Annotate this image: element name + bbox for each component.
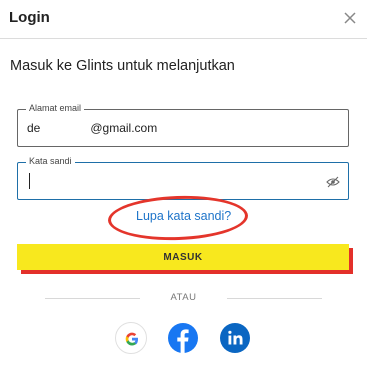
linkedin-login-button[interactable] [219,322,251,354]
redaction-mask [40,123,91,135]
dialog-title: Login [9,9,50,26]
text-caret [29,173,30,189]
email-label: Alamat email [26,103,85,113]
email-value[interactable]: de @gmail.com [27,121,157,135]
email-field[interactable]: Alamat email de @gmail.com [17,103,349,147]
forgot-password-link[interactable]: Lupa kata sandi? [136,209,231,223]
header-divider [0,38,367,39]
forgot-password-area: Lupa kata sandi? [107,193,249,243]
facebook-login-button[interactable] [167,322,199,354]
toggle-password-visibility-button[interactable] [326,175,340,188]
close-button[interactable] [341,9,359,27]
google-icon [125,332,138,346]
password-field[interactable]: Kata sandi [17,156,349,200]
linkedin-icon [220,323,250,353]
divider-line-right [227,298,322,299]
dialog-header: Login [0,0,367,38]
eye-slash-icon [326,176,340,188]
login-submit-button[interactable]: MASUK [17,244,353,274]
email-value-prefix: de [27,121,41,135]
google-login-button[interactable] [115,322,147,354]
password-label: Kata sandi [26,156,75,166]
close-icon [344,12,356,24]
email-value-suffix: @gmail.com [90,121,158,135]
facebook-icon [168,323,198,353]
login-subtitle: Masuk ke Glints untuk melanjutkan [10,58,235,74]
submit-button-label: MASUK [17,244,349,270]
